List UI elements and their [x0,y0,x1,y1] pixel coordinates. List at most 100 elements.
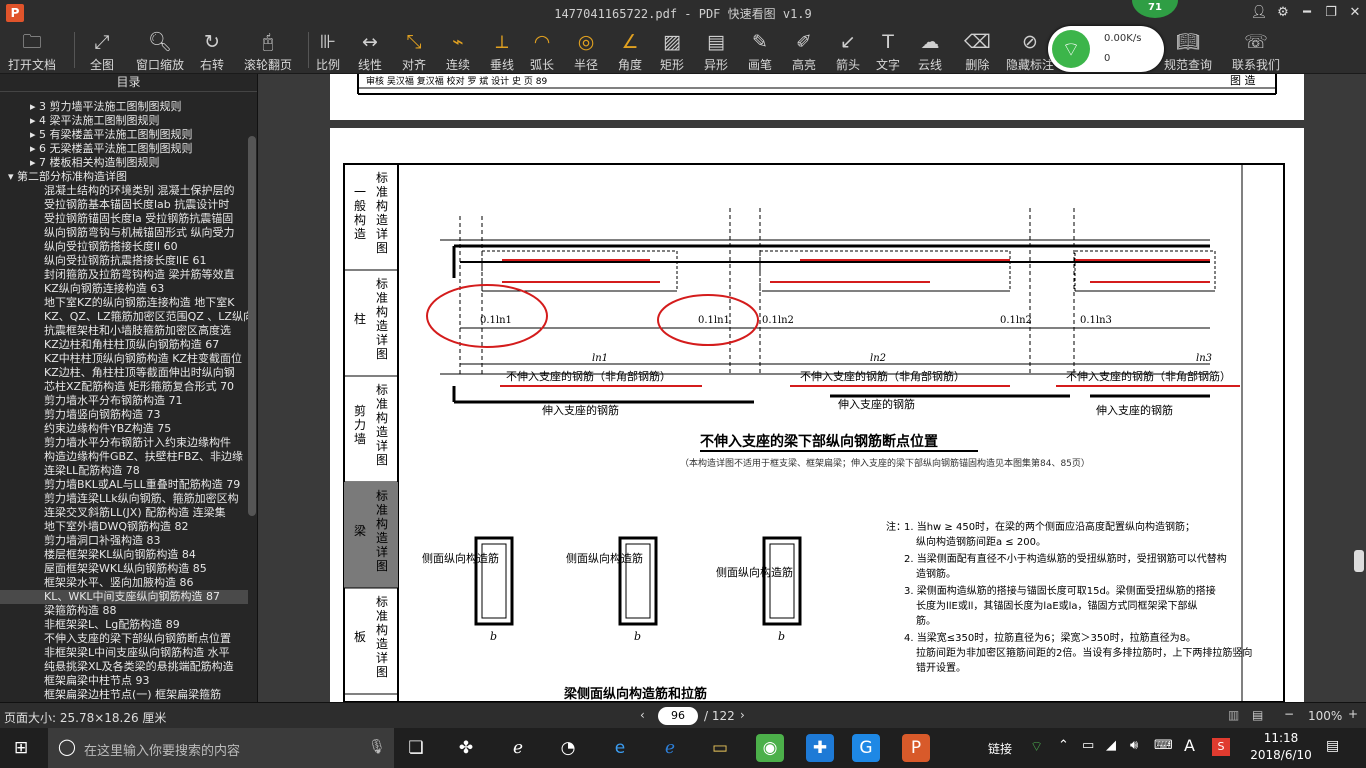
windows-start-icon[interactable]: ⊞ [14,738,28,758]
notification-icon[interactable]: ▤ [1326,738,1339,754]
toc-item[interactable]: KL、WKL中间支座纵向钢筋构造 87 [0,590,248,604]
toc-list[interactable]: ▸ 3 剪力墙平法施工图制图规则 ▸ 4 梁平法施工图制图规则 ▸ 5 有梁楼盖平法… [0,100,248,700]
taskbar-clock[interactable]: 11:18 2018/6/10 [1246,730,1316,764]
tool-radius-button[interactable]: ◎ 半径 [574,28,598,72]
toc-item[interactable]: 非框架梁L、Lg配筋构造 89 [0,618,248,632]
tool-folder-button[interactable]: 🗀 打开文档 [8,28,56,72]
tool-scale-button[interactable]: ⊪ 比例 [316,28,340,72]
ime-indicator[interactable]: A [1184,736,1195,755]
toc-item[interactable]: KZ边柱和角柱柱顶纵向钢筋构造 67 [0,338,248,352]
toc-item[interactable]: ▸ 4 梁平法施工图制图规则 [0,114,248,128]
toc-item[interactable]: 屋面框架梁WKL纵向钢筋构造 85 [0,562,248,576]
tool-eraser-button[interactable]: ⌫ 删除 [964,28,991,72]
toc-item[interactable]: KZ边柱、角柱柱顶等截面伸出时纵向钢 [0,366,248,380]
toc-item[interactable]: 地下室外墙DWQ钢筋构造 82 [0,520,248,534]
toc-item[interactable]: 封闭箍筋及拉筋弯钩构造 梁并筋等效直 [0,268,248,282]
toc-item[interactable]: KZ中柱柱顶纵向钢筋构造 KZ柱变截面位 [0,352,248,366]
tool-angle-button[interactable]: ∠ 角度 [618,28,642,72]
pdf-viewer-taskbar-icon[interactable]: P [902,734,930,762]
tool-shape-button[interactable]: ▤ 异形 [704,28,728,72]
toc-item[interactable]: 剪力墙水平分布钢筋构造 71 [0,394,248,408]
toc-item[interactable]: 非框架梁L中间支座纵向钢筋构造 水平 [0,646,248,660]
network-speed-widget[interactable]: ⌔ 0.00K/s 0 [1048,26,1164,72]
toc-item[interactable]: 纯悬挑梁XL及各类梁的悬挑端配筋构造 [0,660,248,674]
tool-align-button[interactable]: ⤡ 对齐 [402,28,426,72]
toc-item[interactable]: 受拉钢筋基本锚固长度lab 抗震设计时 [0,198,248,212]
toc-item[interactable]: 剪力墙水平分布钢筋计入约束边缘构件 [0,436,248,450]
toc-item[interactable]: ▸ 6 无梁楼盖平法施工图制图规则 [0,142,248,156]
microphone-icon[interactable]: 🎙︎ [368,739,386,755]
toc-item[interactable]: 框架扁梁中柱节点 93 [0,674,248,688]
user-icon[interactable]: 👤︎ [1248,3,1270,23]
taskbar-search-box[interactable]: ◯ 在这里输入你要搜索的内容 🎙︎ [48,728,394,768]
sogou-icon[interactable]: S [1212,738,1230,756]
tool-arrow-button[interactable]: ↙ 箭头 [836,28,860,72]
toc-item[interactable]: 梁箍筋构造 88 [0,604,248,618]
toc-item[interactable]: 不伸入支座的梁下部纵向钢筋断点位置 [0,632,248,646]
tool-rectangle-button[interactable]: ▨ 矩形 [660,28,684,72]
toc-item[interactable]: ▸ 7 楼板相关构造制图规则 [0,156,248,170]
file-explorer-icon[interactable]: ▭ [706,734,734,762]
toc-item[interactable]: 剪力墙洞口补强构造 83 [0,534,248,548]
tool-hide-button[interactable]: ⊘ 隐藏标注 [1006,28,1054,72]
close-button[interactable]: ✕ [1344,3,1366,23]
task-view-icon[interactable]: ❏ [402,734,430,762]
toc-item[interactable]: ▸ 3 剪力墙平法施工图制图规则 [0,100,248,114]
app-pinwheel-icon[interactable]: ✤ [452,734,480,762]
toc-item[interactable]: 抗震框架柱和小墙肢箍筋加密区高度选 [0,324,248,338]
wifi-tray-icon[interactable]: ⌔ [1030,738,1043,756]
toc-scrollbar[interactable] [248,136,256,516]
toc-item[interactable]: 混凝土结构的环境类别 混凝土保护层的 [0,184,248,198]
dual-page-icon[interactable]: ▥ [1228,708,1239,722]
toc-item[interactable]: 芯柱XZ配筋构造 矩形箍筋复合形式 70 [0,380,248,394]
toc-item[interactable]: 剪力墙BKL或AL与LL重叠时配筋构造 79 [0,478,248,492]
toc-item[interactable]: 剪力墙竖向钢筋构造 73 [0,408,248,422]
edge-legacy-icon[interactable]: ℯ [504,734,532,762]
link-label[interactable]: 链接 [988,740,1012,757]
tool-book-button[interactable]: 📖︎ 规范查询 [1164,28,1212,72]
tool-fit-button[interactable]: ⤢ 全图 [90,28,114,72]
google-icon[interactable]: G [852,734,880,762]
toc-item[interactable]: KZ、QZ、LZ箍筋加密区范围QZ 、LZ纵向 [0,310,248,324]
next-page-icon[interactable]: › [740,708,745,722]
settings-icon[interactable]: ⚙ [1272,3,1294,23]
toc-item[interactable]: 框架梁水平、竖向加腋构造 86 [0,576,248,590]
single-page-icon[interactable]: ▤ [1252,708,1263,722]
show-hidden-icons[interactable]: ⌃ [1058,738,1069,753]
toc-item[interactable]: ▸ 5 有梁楼盖平法施工图制图规则 [0,128,248,142]
tool-continuous-button[interactable]: ⌁ 连续 [446,28,470,72]
toc-item[interactable]: 连梁交叉斜筋LL(JX) 配筋构造 连梁集 [0,506,248,520]
toc-item[interactable]: 受拉钢筋锚固长度la 受拉钢筋抗震锚固 [0,212,248,226]
toc-item[interactable]: 纵向受拉钢筋搭接长度ll 60 [0,240,248,254]
zoom-in-icon[interactable]: + [1348,707,1358,721]
tool-linear-button[interactable]: ↔ 线性 [358,28,382,72]
tool-perpendicular-button[interactable]: ⟂ 垂线 [490,28,514,72]
network-icon[interactable]: ◢ [1106,738,1116,753]
internet-explorer-icon[interactable]: ℯ [656,734,684,762]
toc-item[interactable]: 框架扁梁边柱节点(一) 框架扁梁箍筋 [0,688,248,700]
volume-icon[interactable]: 🔊︎ [1130,738,1138,753]
minimize-button[interactable]: ━ [1296,3,1318,23]
tool-arc-button[interactable]: ◠ 弧长 [530,28,554,72]
toc-item[interactable]: 剪力墙连梁LLk纵向钢筋、箍筋加密区构 [0,492,248,506]
page-number-input[interactable]: 96 [658,707,698,725]
zoom-out-icon[interactable]: − [1284,707,1294,721]
toc-item[interactable]: 纵向钢筋弯钩与机械锚固形式 纵向受力 [0,226,248,240]
tool-text-button[interactable]: T 文字 [876,28,900,72]
tool-support-button[interactable]: ☏ 联系我们 [1232,28,1280,72]
toc-item[interactable]: KZ纵向钢筋连接构造 63 [0,282,248,296]
prev-page-icon[interactable]: ‹ [640,708,645,722]
tool-highlight-button[interactable]: ✐ 高亮 [792,28,816,72]
toc-item[interactable]: 连梁LL配筋构造 78 [0,464,248,478]
toc-item[interactable]: 构造边缘构件GBZ、扶壁柱FBZ、非边缘 [0,450,248,464]
tool-pen-button[interactable]: ✎ 画笔 [748,28,772,72]
toc-item[interactable]: ▾ 第二部分标准构造详图 [0,170,248,184]
toc-item[interactable]: 楼层框架梁KL纵向钢筋构造 84 [0,548,248,562]
document-view[interactable]: 审核 吴汉福 复汉福 校对 罗 斌 设计 史 页 89 图 造 一般构造标准构造… [258,74,1366,702]
360-icon[interactable]: ◉ [756,734,784,762]
battery-icon[interactable]: ▭ [1082,738,1094,753]
tool-cloud-button[interactable]: ☁ 云线 [918,28,942,72]
maximize-button[interactable]: ❐ [1320,3,1342,23]
toc-item[interactable]: 约束边缘构件YBZ构造 75 [0,422,248,436]
tool-zoom-button[interactable]: 🔍︎ 窗口缩放 [136,28,184,72]
